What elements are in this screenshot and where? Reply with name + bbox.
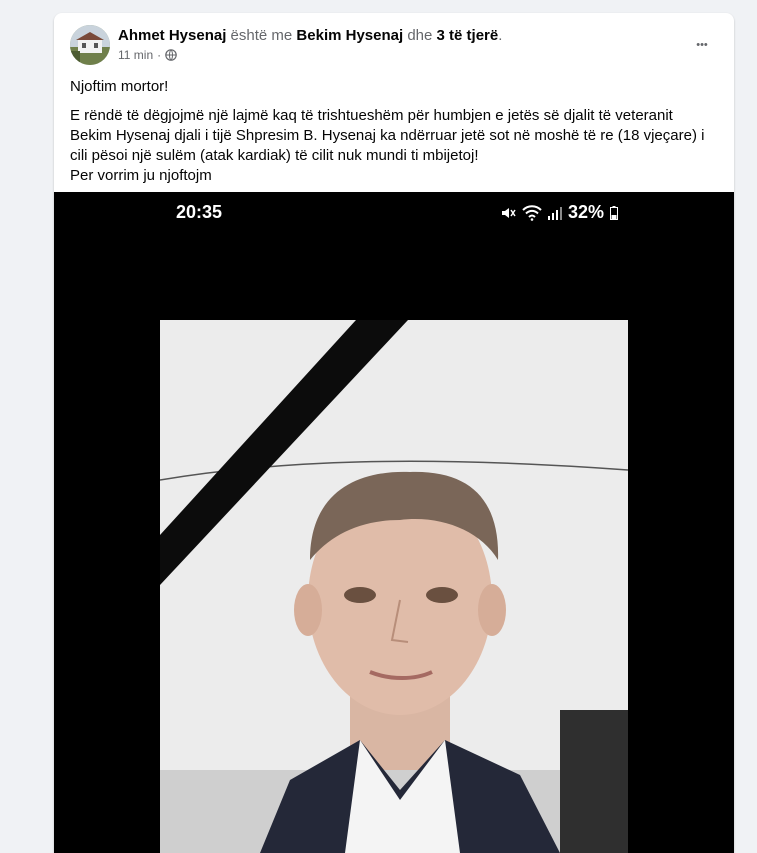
wifi-icon	[522, 204, 542, 221]
post-card: Ahmet Hysenaj është me Bekim Hysenaj dhe…	[54, 13, 734, 853]
post-text-body: E rëndë të dëgjojmë një lajmë kaq të tri…	[70, 107, 705, 164]
post-header: Ahmet Hysenaj është me Bekim Hysenaj dhe…	[70, 25, 718, 65]
tagged-user[interactable]: Bekim Hysenaj	[296, 27, 403, 44]
signal-icon	[547, 206, 562, 220]
post-photo[interactable]: 20:35 32%	[54, 192, 734, 853]
phone-time: 20:35	[176, 202, 223, 222]
battery-percent: 32%	[567, 202, 604, 222]
battery-icon	[610, 205, 618, 220]
memorial-portrait	[160, 320, 628, 853]
portrait-image	[160, 320, 628, 853]
phone-status-icons: 32%	[500, 202, 618, 223]
more-icon: •••	[696, 39, 708, 51]
phone-status-bar: 20:35 32%	[174, 202, 618, 226]
post-meta: 11 min ·	[118, 48, 177, 62]
post-text-title: Njoftim mortor!	[70, 78, 169, 95]
with-text: është me	[230, 27, 293, 44]
others-link[interactable]: 3 të tjerë	[437, 27, 499, 44]
more-options-button[interactable]: •••	[686, 29, 718, 61]
author-avatar[interactable]	[70, 25, 110, 65]
globe-icon	[165, 49, 177, 61]
mute-icon	[501, 207, 516, 218]
period: .	[498, 27, 503, 44]
meta-dot: ·	[157, 48, 162, 62]
avatar-image	[70, 25, 110, 65]
post-time[interactable]: 11 min	[118, 48, 153, 62]
post-text-footer: Per vorrim ju njoftojm	[70, 167, 212, 184]
post-author-line: Ahmet Hysenaj është me Bekim Hysenaj dhe…	[118, 27, 502, 44]
author-name[interactable]: Ahmet Hysenaj	[118, 27, 226, 44]
post-text: Njoftim mortor! E rëndë të dëgjojmë një …	[70, 77, 718, 186]
and-text: dhe	[407, 27, 433, 44]
